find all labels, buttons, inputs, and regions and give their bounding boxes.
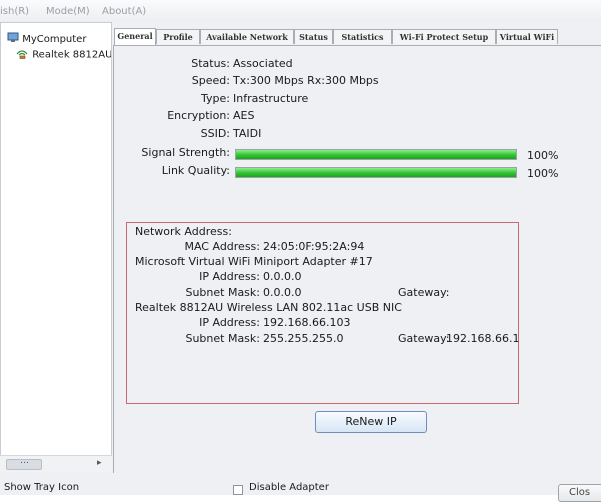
speed-label: Speed: bbox=[191, 74, 230, 87]
adapter-virtual-ip-value: 0.0.0.0 bbox=[263, 270, 302, 283]
renew-ip-button[interactable]: ReNew IP bbox=[315, 411, 427, 433]
utility-window: ish(R) Mode(M) About(A) MyComputer Realt… bbox=[0, 0, 601, 502]
scroll-right-arrow-icon[interactable]: ▸ bbox=[97, 458, 102, 468]
ssid-label: SSID: bbox=[200, 127, 230, 140]
tree-node-adapter[interactable]: Realtek 8812AU bbox=[15, 47, 112, 62]
mac-address-label: MAC Address: bbox=[184, 240, 260, 253]
tab-general[interactable]: General bbox=[114, 28, 156, 45]
adapter-realtek-ip-value: 192.168.66.103 bbox=[263, 316, 351, 329]
adapter-realtek-mask-value: 255.255.255.0 bbox=[263, 332, 344, 345]
tab-virtual-wifi[interactable]: Virtual WiFi bbox=[496, 29, 558, 44]
tree-node-mycomputer[interactable]: MyComputer bbox=[7, 32, 86, 46]
scrollbar-grip-icon: … bbox=[20, 456, 29, 466]
menu-mode[interactable]: Mode(M) bbox=[46, 6, 90, 17]
menu-bar: ish(R) Mode(M) About(A) bbox=[0, 0, 601, 22]
tab-wifi-protect-setup[interactable]: Wi-Fi Protect Setup bbox=[392, 29, 496, 44]
adapter-realtek-gateway-label: Gateway: bbox=[398, 332, 450, 345]
adapter-realtek-gateway-value: 192.168.66.1 bbox=[446, 332, 520, 345]
ssid-value: TAIDI bbox=[233, 127, 262, 140]
menu-about[interactable]: About(A) bbox=[102, 6, 146, 17]
signal-strength-value: 100% bbox=[527, 149, 559, 162]
tab-profile[interactable]: Profile bbox=[156, 29, 200, 44]
adapter-virtual-gateway-label: Gateway: bbox=[398, 286, 450, 299]
adapter-realtek-name: Realtek 8812AU Wireless LAN 802.11ac USB… bbox=[135, 301, 402, 314]
link-quality-value: 100% bbox=[527, 167, 559, 180]
tab-statistics[interactable]: Statistics bbox=[333, 29, 392, 44]
adapter-realtek-ip-label: IP Address: bbox=[199, 316, 260, 329]
type-label: Type: bbox=[201, 92, 230, 105]
close-button[interactable]: Clos bbox=[558, 484, 601, 502]
network-address-title: Network Address: bbox=[135, 225, 232, 238]
signal-strength-bar bbox=[235, 149, 517, 160]
adapter-virtual-mask-value: 0.0.0.0 bbox=[263, 286, 302, 299]
disable-adapter-label[interactable]: Disable Adapter bbox=[249, 482, 329, 493]
tree-horizontal-scrollbar[interactable]: … ▸ bbox=[0, 455, 112, 472]
type-value: Infrastructure bbox=[233, 92, 309, 105]
status-label: Status: bbox=[191, 57, 230, 70]
status-value: Associated bbox=[233, 57, 293, 70]
tree-label-mycomputer: MyComputer bbox=[22, 34, 87, 45]
mac-address-value: 24:05:0F:95:2A:94 bbox=[263, 240, 365, 253]
signal-strength-label: Signal Strength: bbox=[141, 146, 230, 159]
link-quality-label: Link Quality: bbox=[161, 164, 230, 177]
tree-label-adapter: Realtek 8812AU bbox=[32, 49, 112, 61]
adapter-virtual-ip-label: IP Address: bbox=[199, 270, 260, 283]
tab-status[interactable]: Status bbox=[294, 29, 333, 44]
adapter-tree: MyComputer Realtek 8812AU bbox=[0, 22, 112, 463]
disable-adapter-checkbox[interactable] bbox=[233, 485, 243, 495]
encryption-label: Encryption: bbox=[167, 109, 230, 122]
computer-icon bbox=[7, 32, 19, 46]
speed-value: Tx:300 Mbps Rx:300 Mbps bbox=[233, 74, 379, 87]
adapter-realtek-mask-label: Subnet Mask: bbox=[185, 332, 260, 345]
menu-refresh[interactable]: ish(R) bbox=[0, 6, 29, 17]
show-tray-icon-label[interactable]: Show Tray Icon bbox=[4, 482, 79, 493]
wireless-adapter-icon bbox=[15, 47, 29, 62]
adapter-virtual-name: Microsoft Virtual WiFi Miniport Adapter … bbox=[135, 255, 373, 268]
signal-strength-fill bbox=[236, 150, 516, 159]
tab-available-network[interactable]: Available Network bbox=[200, 29, 294, 44]
encryption-value: AES bbox=[233, 109, 255, 122]
link-quality-fill bbox=[236, 168, 516, 177]
adapter-virtual-mask-label: Subnet Mask: bbox=[185, 286, 260, 299]
link-quality-bar bbox=[235, 167, 517, 178]
